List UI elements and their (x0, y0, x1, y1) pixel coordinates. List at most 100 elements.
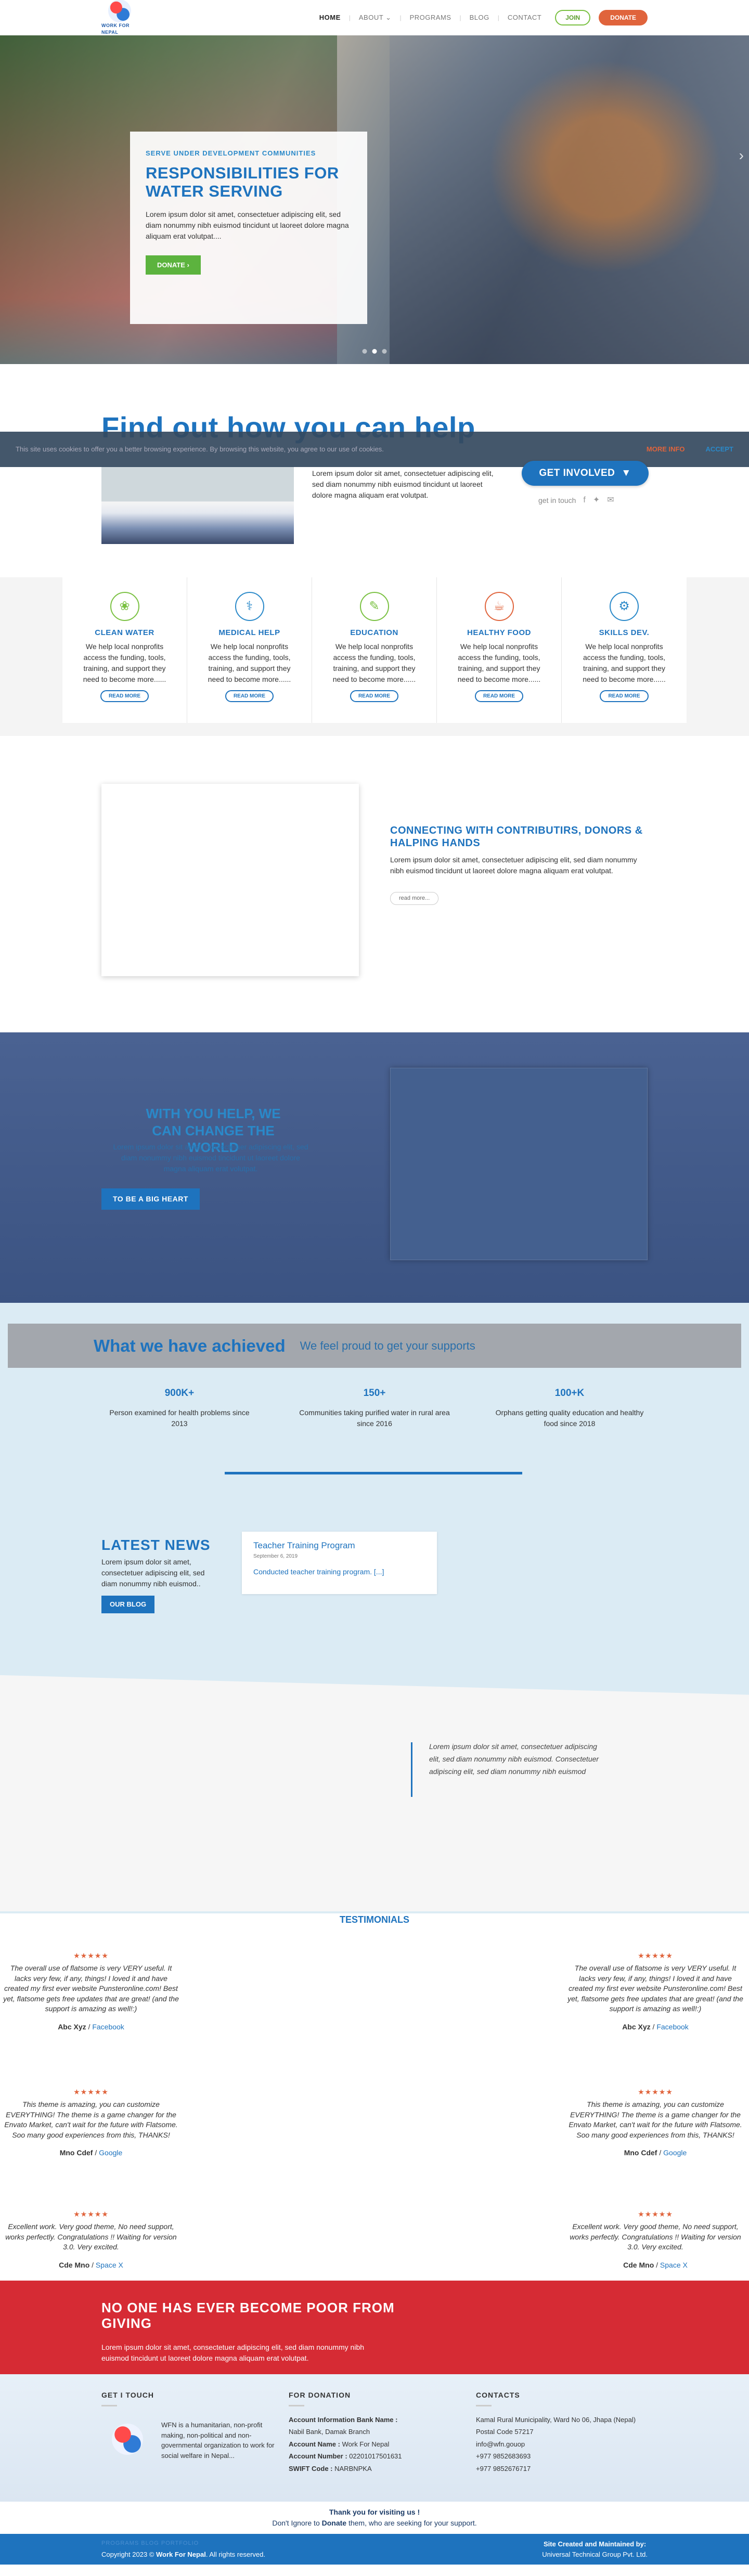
connect-section: CONNECTING WITH CONTRIBUTIRS, DONORS & H… (0, 736, 749, 1032)
site-header: WORK FOR NEPAL HOME | ABOUT ⌄ | PROGRAMS… (0, 0, 749, 35)
site-logo[interactable]: WORK FOR NEPAL (101, 0, 138, 36)
contact-phone[interactable]: +977 9852676717 (476, 2463, 648, 2475)
hero-donate-label: DONATE (157, 261, 185, 269)
read-more-button[interactable]: read more... (390, 892, 439, 905)
service-read-more-button[interactable]: READ MORE (600, 690, 649, 702)
news-card[interactable]: Teacher Training Program September 6, 20… (242, 1532, 437, 1594)
nav-blog[interactable]: BLOG (464, 12, 495, 23)
slide-dot-active[interactable] (372, 349, 377, 354)
nav-programs[interactable]: PROGRAMS (405, 12, 457, 23)
rating-stars-icon: ★★★★★ (638, 2210, 673, 2218)
stat-number: 900K+ (164, 1388, 195, 1399)
thanks-donate-word: Donate (321, 2519, 347, 2527)
testimonial-source[interactable]: Google (99, 2148, 122, 2157)
nav-home[interactable]: HOME (314, 12, 346, 23)
volunteers-photo (101, 466, 294, 544)
achievements-section: What we have achieved We feel proud to g… (0, 1303, 749, 1664)
swift-code: NARBNPKA (334, 2464, 372, 2473)
bottom-links[interactable]: PROGRAMS BLOG PORTFOLIO (101, 2539, 199, 2548)
achievements-subtitle: We feel proud to get your supports (300, 1339, 475, 1352)
testimonial-source[interactable]: Facebook (92, 2023, 124, 2031)
get-involved-button[interactable]: GET INVOLVED ▼ (522, 461, 649, 486)
service-read-more-button[interactable]: READ MORE (225, 690, 274, 702)
service-read-more-button[interactable]: READ MORE (350, 690, 399, 702)
testimonial-name: Mno Cdef (59, 2148, 93, 2157)
service-title: HEALTHY FOOD (467, 628, 531, 637)
contact-phone[interactable]: +977 9852683693 (476, 2450, 648, 2462)
credit-line2[interactable]: Universal Technical Group Pvt. Ltd. (542, 2549, 648, 2560)
footer: GET I TOUCH WFN is a humanitarian, non-p… (0, 2374, 749, 2502)
food-icon: ☕ (484, 592, 514, 621)
service-read-more-button[interactable]: READ MORE (474, 690, 524, 702)
service-card: ⚕ MEDICAL HELP We help local nonprofits ac… (187, 577, 312, 723)
slide-dot[interactable] (362, 349, 367, 354)
help-section: Find out how you can help This site uses… (0, 364, 749, 577)
logo-text: WORK FOR NEPAL (101, 22, 130, 35)
footer-col-touch: GET I TOUCH WFN is a humanitarian, non-p… (101, 2390, 283, 2494)
contact-email[interactable]: info@wfn.gouop (476, 2438, 648, 2450)
testimonial-source[interactable]: Space X (660, 2261, 688, 2269)
water-drop-icon: ❀ (110, 592, 139, 621)
testimonial: ★★★★★ The overall use of flatsome is very… (3, 1950, 179, 2087)
rating-stars-icon: ★★★★★ (638, 2088, 673, 2096)
bank-name: Nabil Bank, Damak Branch (289, 2428, 370, 2436)
quote-bar (411, 1742, 412, 1797)
cta-title: NO ONE HAS EVER BECOME POOR FROM GIVING (101, 2300, 395, 2331)
testimonial-source[interactable]: Google (663, 2148, 687, 2157)
site-credit: Site Created and Maintained by: Universa… (542, 2539, 648, 2559)
hero-content-box: SERVE UNDER DEVELOPMENT COMMUNITIES RESP… (130, 132, 367, 324)
service-title: CLEAN WATER (95, 628, 154, 637)
testimonial-text: Excellent work. Very good theme, No need… (5, 2222, 177, 2251)
testimonial: ★★★★★ The overall use of flatsome is very… (567, 1950, 744, 2087)
service-card: ❀ CLEAN WATER We help local nonprofits acc… (62, 577, 187, 723)
cookie-more-info-button[interactable]: MORE INFO (647, 444, 685, 455)
next-slide-icon[interactable]: › (739, 145, 744, 166)
testimonial-text: The overall use of flatsome is very VERY… (567, 1964, 743, 2013)
stat-label: Orphans getting quality education and he… (495, 1408, 644, 1428)
big-heart-section: WITH YOU HELP, WE CAN CHANGE THE WORLD L… (0, 1032, 749, 1303)
nav-divider: | (497, 14, 499, 21)
service-text: We help local nonprofits access the fund… (208, 642, 291, 683)
service-title: EDUCATION (350, 628, 398, 637)
heart-text: Lorem ipsum dolor sit amet, consectetuer… (113, 1143, 308, 1173)
email-icon[interactable]: ✉ (607, 494, 614, 507)
chevron-down-icon: ⌄ (385, 14, 392, 22)
video-frame[interactable] (390, 1068, 648, 1260)
account-name: Work For Nepal (342, 2440, 390, 2448)
account-name-label: Account Name : (289, 2440, 340, 2448)
footer-touch-head: GET I TOUCH (101, 2391, 154, 2399)
twitter-icon[interactable]: ✦ (593, 494, 600, 507)
video-frame[interactable] (101, 784, 359, 976)
contact-address: Kamal Rural Municipality, Ward No 06, Jh… (476, 2416, 636, 2436)
achievements-banner: What we have achieved We feel proud to g… (8, 1324, 741, 1368)
hero-kicker: SERVE UNDER DEVELOPMENT COMMUNITIES (146, 149, 316, 157)
nav-contact[interactable]: CONTACT (502, 12, 547, 23)
cookie-accept-button[interactable]: ACCEPT (706, 444, 733, 455)
stat-number: 150+ (363, 1388, 386, 1399)
services-section: ❀ CLEAN WATER We help local nonprofits acc… (0, 577, 749, 736)
main-nav: HOME | ABOUT ⌄ | PROGRAMS | BLOG | CONTA… (314, 10, 648, 25)
hero-donate-button[interactable]: DONATE › (146, 255, 201, 275)
nav-divider: | (399, 14, 402, 21)
slide-dot[interactable] (382, 349, 387, 354)
service-card: ⚙ SKILLS DEV. We help local nonprofits acc… (562, 577, 687, 723)
swift-label: SWIFT Code : (289, 2464, 333, 2473)
testimonial-source[interactable]: Space X (96, 2261, 123, 2269)
nav-divider: | (348, 14, 351, 21)
account-number-label: Account Number : (289, 2452, 347, 2461)
big-heart-button[interactable]: TO BE A BIG HEART (101, 1188, 200, 1210)
nav-about[interactable]: ABOUT ⌄ (354, 12, 397, 23)
testimonial-name: Abc Xyz (58, 2022, 86, 2031)
stat-number: 100+K (554, 1388, 585, 1399)
our-blog-button[interactable]: OUR BLOG (101, 1596, 155, 1613)
facebook-icon[interactable]: f (583, 494, 585, 507)
donate-button[interactable]: DONATE (599, 10, 648, 25)
testimonial-source[interactable]: Facebook (656, 2023, 688, 2031)
testimonial-author: Mno Cdef / Google (624, 2148, 687, 2157)
news-card-title[interactable]: Teacher Training Program (253, 1539, 425, 1552)
medical-icon: ⚕ (235, 592, 264, 621)
service-read-more-button[interactable]: READ MORE (100, 690, 149, 702)
hero-text: Lorem ipsum dolor sit amet, consectetuer… (146, 210, 349, 240)
testimonial: ★★★★★ This theme is amazing, you can cust… (567, 2087, 744, 2209)
join-button[interactable]: JOIN (555, 10, 591, 25)
